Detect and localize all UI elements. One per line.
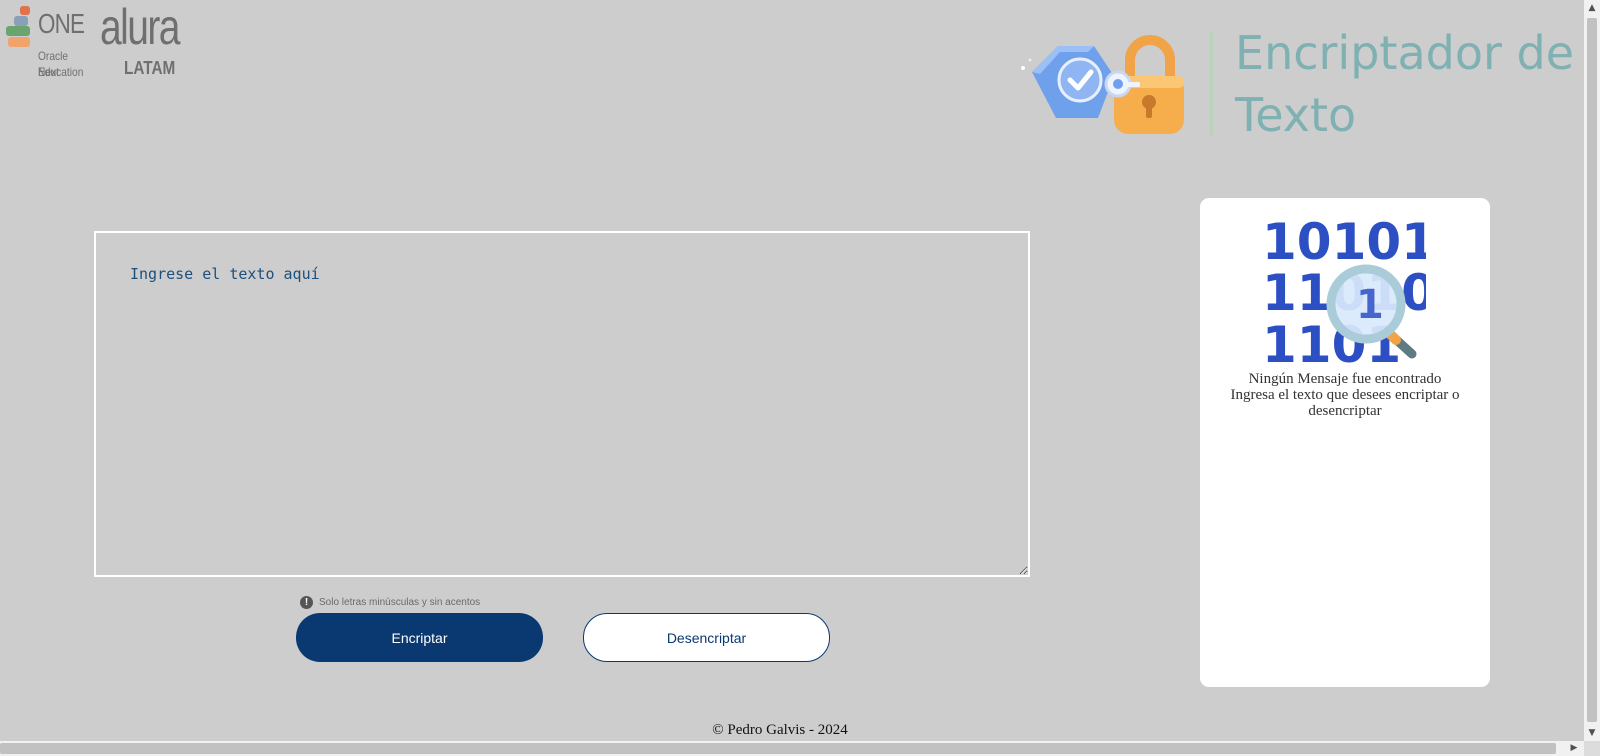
vertical-scrollbar-thumb[interactable] xyxy=(1587,18,1597,722)
padlock-shield-check-icon xyxy=(1021,35,1184,134)
encrypt-button[interactable]: Encriptar xyxy=(296,613,543,662)
input-hint: ! Solo letras minúsculas y sin acentos xyxy=(300,596,480,609)
output-panel: 10101 11010 1101 1 Ningún Mensaje fue en… xyxy=(1200,198,1490,687)
footer-copyright: © Pedro Galvis - 2024 xyxy=(712,722,848,738)
scroll-right-arrow-icon[interactable]: ▶ xyxy=(1566,741,1582,756)
alura-logo-latam: LATAM xyxy=(124,58,176,78)
binary-magnifier-icon: 10101 11010 1101 1 xyxy=(1262,213,1426,366)
info-exclamation-icon: ! xyxy=(300,596,313,609)
page-title: Encriptador de Texto xyxy=(1235,26,1575,142)
alura-logo-word: alura xyxy=(100,0,180,55)
text-input-container xyxy=(94,231,1030,577)
svg-text:1: 1 xyxy=(1356,282,1384,328)
scroll-down-arrow-icon[interactable]: ▼ xyxy=(1584,725,1600,741)
output-subtitle: Ingresa el texto que desees encriptar o … xyxy=(1230,387,1460,419)
horizontal-scrollbar-thumb[interactable] xyxy=(0,743,1556,754)
output-title: Ningún Mensaje fue encontrado xyxy=(1248,371,1442,387)
one-logo-title: ONE xyxy=(38,8,85,39)
header-divider xyxy=(1210,31,1213,135)
one-oracle-next-education-logo: ONE Oracle Next Education xyxy=(4,4,94,84)
input-hint-text: Solo letras minúsculas y sin acentos xyxy=(319,597,481,608)
scroll-up-arrow-icon[interactable]: ▲ xyxy=(1584,0,1600,16)
scrollbar-corner xyxy=(1584,741,1600,756)
binary-digits-row1: 10101 xyxy=(1262,213,1426,271)
decrypt-button[interactable]: Desencriptar xyxy=(583,613,830,662)
text-input[interactable] xyxy=(96,233,1028,575)
one-logo-subtitle-line2: Education xyxy=(38,65,84,79)
output-message: Ningún Mensaje fue encontrado Ingresa el… xyxy=(1200,371,1490,419)
